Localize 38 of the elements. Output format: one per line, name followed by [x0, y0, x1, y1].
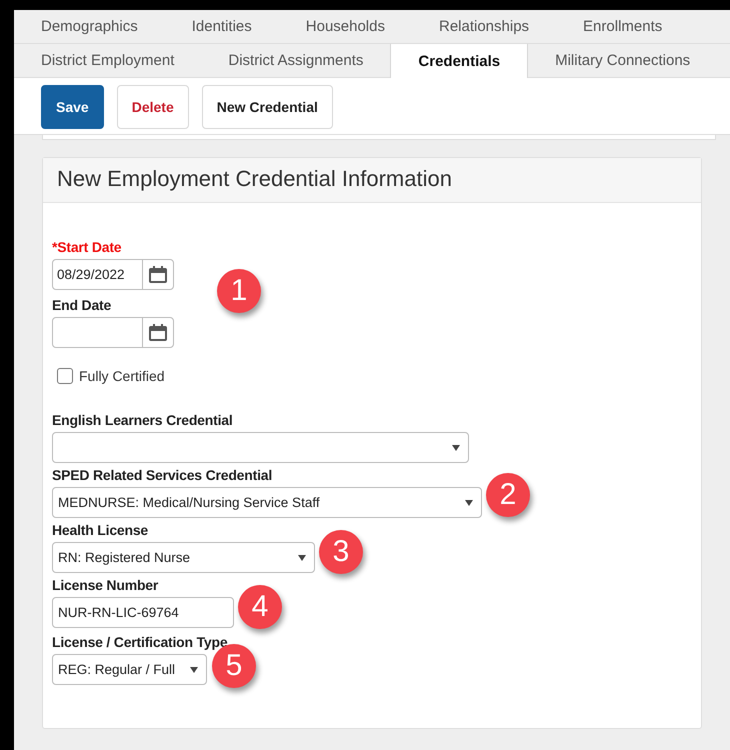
date-picker[interactable]	[52, 317, 174, 348]
dropdown[interactable]: RN: Registered Nurse	[52, 542, 315, 573]
step-badge: 1	[217, 269, 261, 313]
tab[interactable]: Relationships	[412, 10, 556, 43]
input-field[interactable]: NUR-RN-LIC-69764	[52, 597, 234, 628]
tab[interactable]: Households	[278, 10, 412, 43]
field-label: Health License	[52, 522, 148, 538]
tab[interactable]: Military Connections	[528, 44, 718, 77]
date-picker[interactable]: 08/29/2022	[52, 259, 174, 290]
date-input[interactable]: 08/29/2022	[53, 260, 143, 289]
field-label: *Start Date	[52, 239, 122, 255]
tab[interactable]: Identities	[164, 10, 279, 43]
panel-title: New Employment Credential Information	[43, 158, 701, 203]
dropdown[interactable]: MEDNURSE: Medical/Nursing Service Staff	[52, 487, 482, 518]
dropdown[interactable]: REG: Regular / Full	[52, 654, 207, 685]
tab[interactable]: Demographics	[14, 10, 165, 43]
step-badge: 3	[319, 530, 363, 574]
tab[interactable]: Credentials	[390, 44, 528, 78]
tab[interactable]: District Employment	[14, 44, 202, 77]
field-label: License Number	[52, 577, 158, 593]
field-label: End Date	[52, 297, 112, 313]
step-badge: 4	[238, 585, 282, 629]
field-label: SPED Related Services Credential	[52, 467, 272, 483]
caret-icon	[465, 500, 473, 506]
calendar-icon	[149, 324, 167, 341]
delete-button[interactable]: Delete	[116, 85, 189, 129]
checkbox-label: Fully Certified	[79, 368, 165, 384]
caret-icon	[190, 666, 198, 672]
caret-icon	[298, 554, 306, 560]
checkbox[interactable]	[57, 368, 73, 384]
calendar-icon	[149, 266, 167, 283]
tab[interactable]: Enrollments	[556, 10, 690, 43]
tab[interactable]: District Assignments	[201, 44, 390, 77]
new-button[interactable]: New Credential	[202, 85, 333, 129]
caret-icon	[452, 444, 460, 450]
field-label: English Learners Credential	[52, 412, 233, 428]
save-button[interactable]: Save	[41, 85, 104, 129]
step-badge: 2	[486, 473, 530, 517]
